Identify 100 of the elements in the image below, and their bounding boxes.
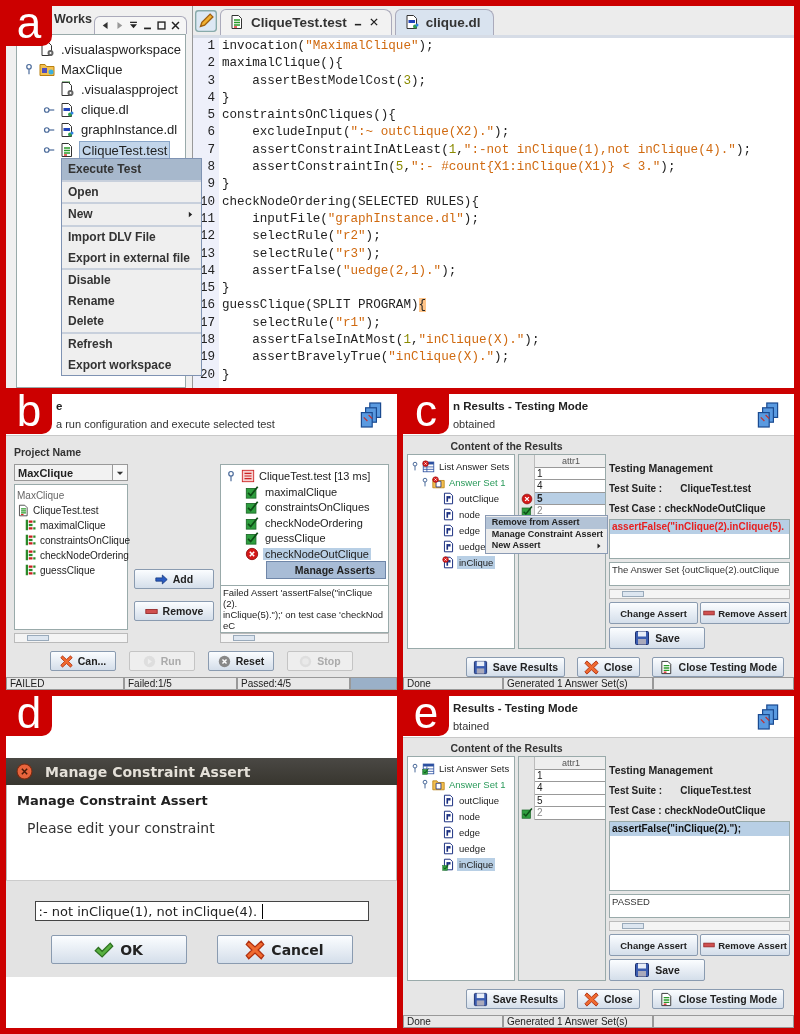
tree-item[interactable]: outClique <box>457 793 502 807</box>
menu-item[interactable]: New <box>62 204 201 225</box>
tree-item[interactable]: checkNodeOutClique <box>263 547 371 560</box>
close-testing-mode-button[interactable]: Close Testing Mode <box>651 989 784 1009</box>
project-dropdown[interactable]: MaxClique <box>14 464 128 481</box>
close-button[interactable]: Close <box>577 989 640 1009</box>
close-icon[interactable] <box>368 17 379 27</box>
menu-item[interactable]: Disable <box>62 269 201 291</box>
dialog-subtitle: btained <box>453 719 491 732</box>
menu-item[interactable]: Manage Asserts <box>266 562 385 578</box>
tree-item[interactable]: MaxClique <box>17 489 65 501</box>
pencil-icon[interactable] <box>195 10 217 32</box>
tree-toggle-icon[interactable] <box>420 477 430 487</box>
field-value: CliqueTest.test <box>680 483 752 494</box>
panel-tab[interactable]: Works <box>54 12 94 34</box>
tree-item[interactable]: uedge <box>457 841 488 855</box>
code-line: assertConstraintInAtLeast(1,":-not inClique(1),not inClique(4)."); <box>251 141 752 159</box>
menu-item[interactable]: Rename <box>62 290 201 312</box>
list-item[interactable]: assertFalse("inClique(2)."); <box>610 822 789 836</box>
remove-button[interactable]: Remove Assert <box>700 602 790 624</box>
tree-item[interactable]: outClique <box>457 491 502 505</box>
menu-item[interactable]: Execute Test <box>62 159 201 180</box>
tree-item[interactable]: inClique <box>457 555 496 569</box>
save-button[interactable]: Save Results <box>465 657 565 677</box>
code-line: excludeInput(":~ outClique(X2)."); <box>251 124 510 142</box>
menu-item[interactable]: Export in external file <box>62 247 201 268</box>
tree-toggle-icon[interactable] <box>420 779 430 789</box>
menu-item[interactable]: Open <box>62 181 201 203</box>
horizontal-scrollbar[interactable] <box>220 633 389 643</box>
horizontal-scrollbar[interactable] <box>609 921 790 931</box>
constraint-field[interactable]: :- not inClique(1), not inClique(4). <box>34 901 369 921</box>
code-line: } <box>221 89 230 107</box>
menu-item[interactable]: Manage Constraint Assert <box>485 528 607 540</box>
tree-toggle-icon[interactable] <box>23 63 35 76</box>
menu-item[interactable]: Delete <box>62 311 201 332</box>
menu-item[interactable]: New Assert <box>485 540 607 552</box>
tree-item[interactable]: uedge <box>457 539 488 553</box>
tree-item[interactable]: constraintsOnCliques <box>263 501 372 514</box>
tree-item[interactable]: guessClique <box>40 564 96 576</box>
tree-item[interactable]: MaxClique <box>59 60 125 78</box>
tree-item[interactable]: .visualaspworkspace <box>59 40 183 58</box>
close-testing-mode-button[interactable]: Close Testing Mode <box>651 657 784 677</box>
save-button[interactable]: Save <box>609 627 705 649</box>
save-button[interactable]: Save Results <box>465 989 565 1009</box>
document-gear-icon <box>59 81 75 98</box>
remove-button[interactable]: Remove Assert <box>700 934 790 956</box>
horizontal-scrollbar[interactable] <box>14 633 128 643</box>
tree-item[interactable]: List Answer Sets <box>437 459 512 473</box>
back-arrow-icon[interactable] <box>100 20 111 31</box>
tree-item[interactable]: clique.dl <box>79 101 131 119</box>
tree-item[interactable]: guessClique <box>263 532 328 545</box>
editor-tab[interactable]: CliqueTest.test <box>220 9 392 35</box>
tree-item[interactable]: Answer Set 1 <box>447 777 508 791</box>
tree-item[interactable]: inClique <box>457 857 496 871</box>
ok-button[interactable]: OK <box>50 935 187 964</box>
editor-tab[interactable]: clique.dl <box>394 9 494 35</box>
close-button[interactable]: Close <box>577 657 640 677</box>
status-text: Done <box>403 677 503 690</box>
tree-item[interactable]: maximalClique <box>263 485 340 498</box>
add-button[interactable]: Add <box>134 569 214 589</box>
save-icon <box>634 962 651 978</box>
code-line: assertConstraintIn(5,":- #count{X1:inClique(X1)} < 3."); <box>251 159 676 177</box>
tree-item[interactable]: node <box>457 809 483 823</box>
tree-item[interactable]: edge <box>457 523 483 537</box>
tree-item[interactable]: List Answer Sets <box>437 761 512 775</box>
table-cell[interactable]: 4 <box>535 480 605 493</box>
horizontal-scrollbar[interactable] <box>609 589 790 599</box>
menu-item[interactable]: Import DLV File <box>62 226 201 248</box>
close-icon[interactable] <box>170 20 181 31</box>
table-cell[interactable]: 4 <box>535 782 605 795</box>
tree-item[interactable]: checkNodeOrdering <box>40 549 129 561</box>
menu-item[interactable]: Export workspace <box>62 354 201 375</box>
tree-item[interactable]: .visualaspproject <box>79 80 180 98</box>
menu-item[interactable]: Refresh <box>62 333 201 355</box>
tree-item[interactable]: CliqueTest.test <box>33 504 99 516</box>
tree-toggle-icon[interactable] <box>410 461 420 471</box>
tree-toggle-icon[interactable] <box>410 763 420 773</box>
tree-item[interactable]: graphInstance.dl <box>79 121 180 139</box>
tree-item[interactable]: checkNodeOrdering <box>263 516 365 529</box>
change-assert-button[interactable]: Change Assert <box>609 602 699 624</box>
dropdown-icon[interactable] <box>128 20 139 31</box>
reset-button[interactable]: Reset <box>208 651 274 671</box>
code-line: assertBestModelCost(3); <box>251 72 427 90</box>
maximize-icon[interactable] <box>156 20 167 31</box>
tree-toggle-icon[interactable] <box>225 470 237 483</box>
tree-item[interactable]: maximalClique <box>40 519 106 531</box>
line-number: 7 <box>206 141 216 159</box>
tree-item[interactable]: edge <box>457 825 483 839</box>
cancel-button[interactable]: Can... <box>50 651 116 671</box>
tree-item[interactable]: node <box>457 507 483 521</box>
dialog-heading: Manage Constraint Assert <box>17 793 209 808</box>
cancel-button[interactable]: Cancel <box>216 935 353 964</box>
change-assert-button[interactable]: Change Assert <box>609 934 699 956</box>
tree-item[interactable]: constraintsOnClique <box>40 534 131 546</box>
menu-item[interactable]: Remove from Assert <box>485 517 607 529</box>
remove-button[interactable]: Remove <box>134 601 214 621</box>
tree-item[interactable]: Answer Set 1 <box>447 475 508 489</box>
tree-item[interactable]: CliqueTest.test [13 ms] <box>259 470 371 483</box>
save-button[interactable]: Save <box>609 959 705 981</box>
table-cell[interactable]: 2 <box>535 807 605 820</box>
